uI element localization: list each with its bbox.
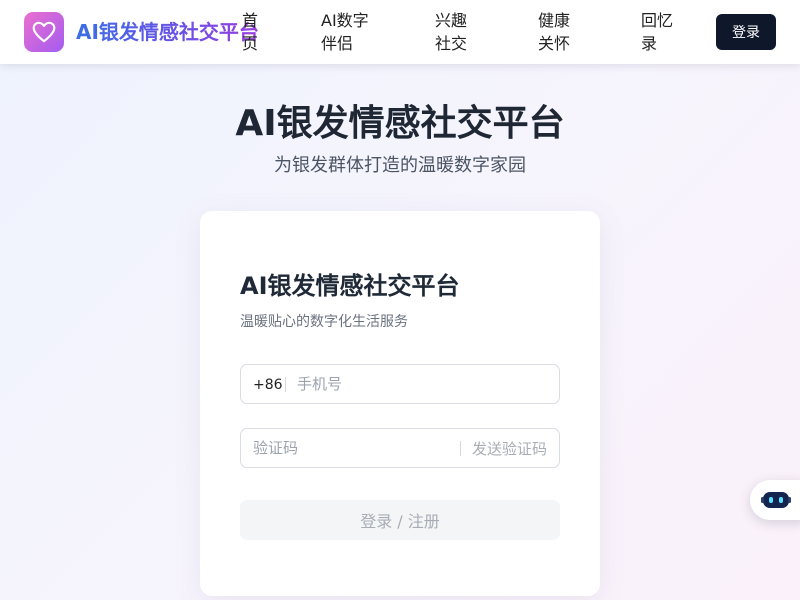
verification-code-field: 发送验证码	[240, 428, 560, 468]
top-navbar: AI银发情感社交平台 首 页 AI数字 伴侣 兴趣 社交 健康 关怀 回忆 录 …	[0, 0, 800, 64]
nav-memoir[interactable]: 回忆 录	[641, 9, 673, 55]
robot-icon	[761, 492, 791, 508]
hero-title: AI银发情感社交平台	[235, 103, 565, 144]
heart-icon	[32, 21, 56, 43]
login-register-button[interactable]: 登录 / 注册	[240, 500, 560, 540]
login-card-title: AI银发情感社交平台	[240, 272, 460, 300]
country-code-prefix[interactable]: +86	[253, 375, 283, 395]
login-card: AI银发情感社交平台 温暖贴心的数字化生活服务 +86 发送验证码 登录 / 注…	[200, 211, 600, 596]
send-code-button[interactable]: 发送验证码	[472, 439, 547, 459]
header-login-button[interactable]: 登录	[716, 14, 776, 50]
floating-assistant-button[interactable]	[750, 480, 800, 520]
nav-home[interactable]: 首 页	[242, 9, 258, 55]
nav-ai-companion[interactable]: AI数字 伴侣	[321, 9, 369, 55]
phone-divider	[285, 377, 286, 392]
phone-input[interactable]	[297, 366, 547, 402]
code-divider	[460, 441, 461, 456]
brand-name[interactable]: AI银发情感社交平台	[76, 18, 259, 46]
verification-code-input[interactable]	[253, 430, 443, 466]
login-card-subtitle: 温暖贴心的数字化生活服务	[240, 314, 408, 330]
app-logo[interactable]	[24, 12, 64, 52]
nav-interest-social[interactable]: 兴趣 社交	[435, 9, 467, 55]
hero-subtitle: 为银发群体打造的温暖数字家园	[274, 155, 526, 176]
nav-health-care[interactable]: 健康 关怀	[538, 9, 570, 55]
phone-field: +86	[240, 364, 560, 404]
